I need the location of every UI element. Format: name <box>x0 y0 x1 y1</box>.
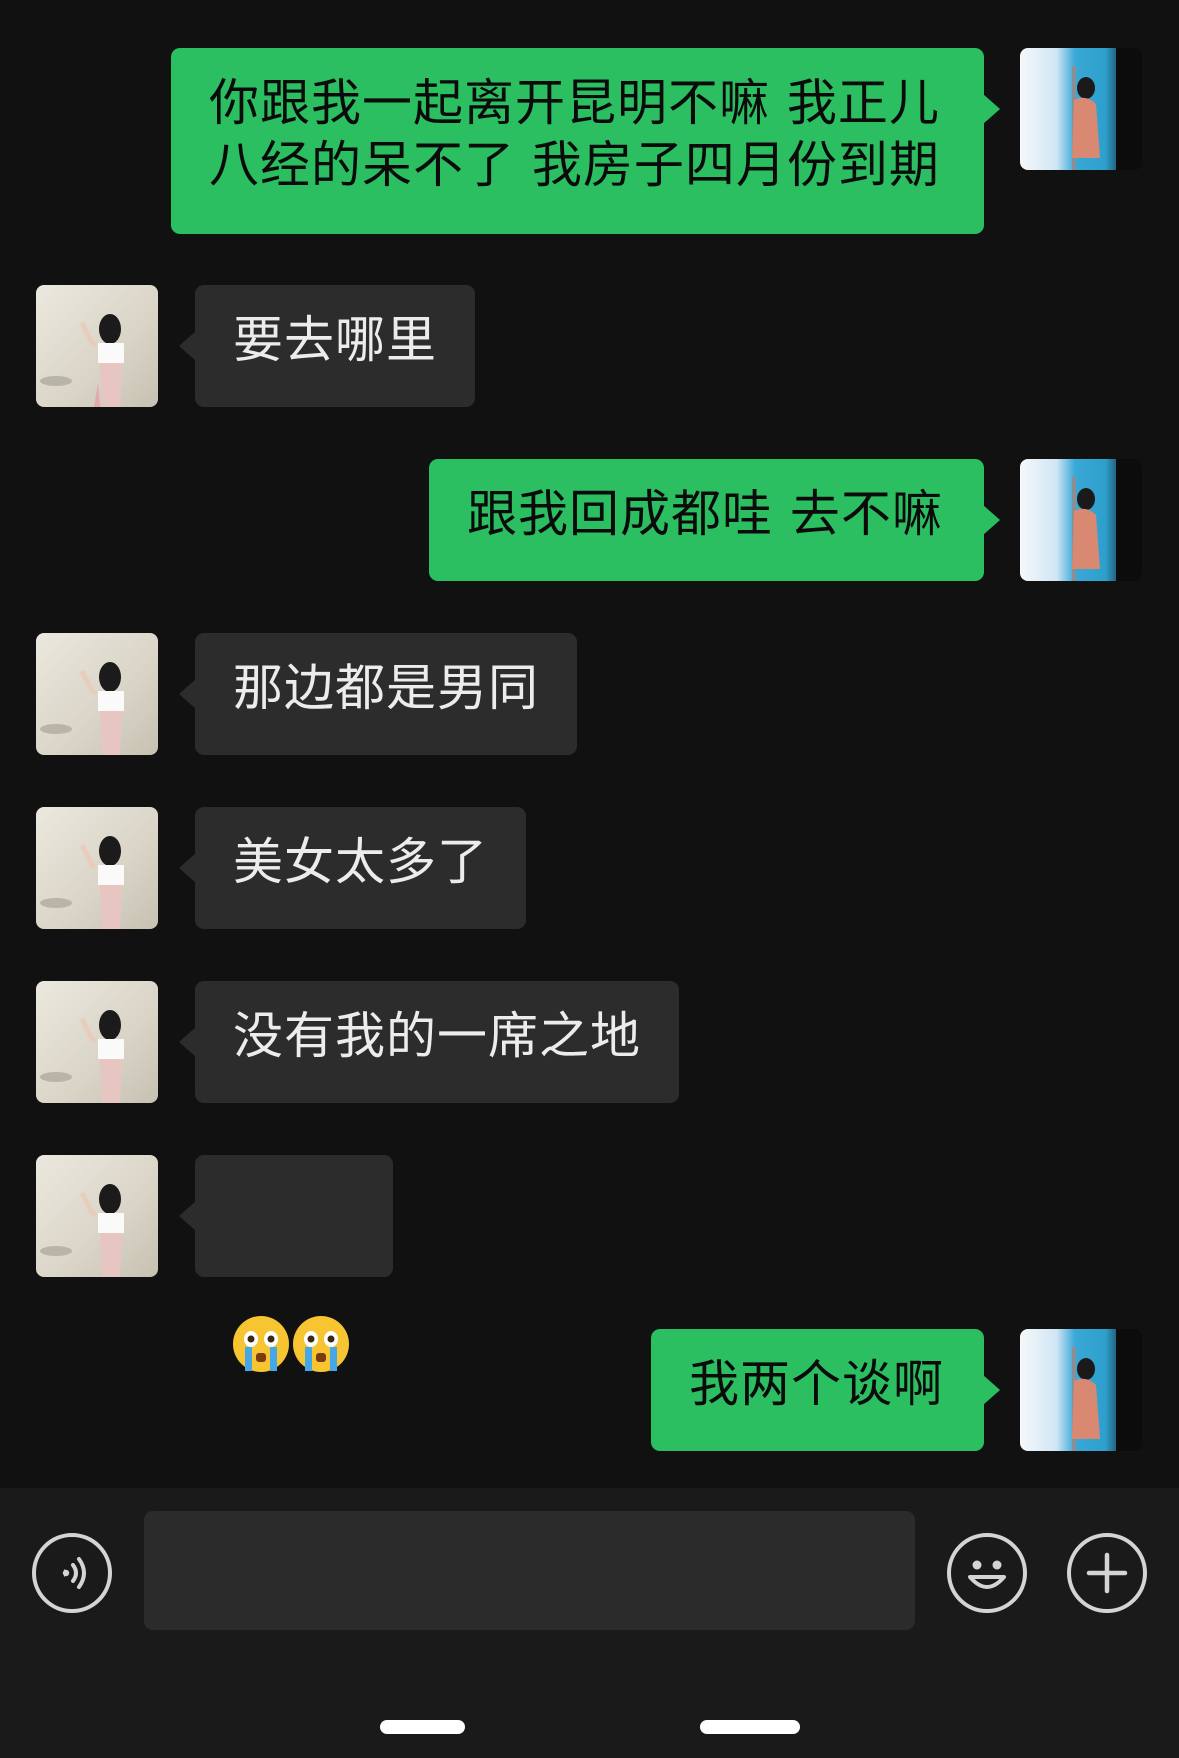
home-indicator-right <box>700 1720 800 1734</box>
self-avatar[interactable] <box>1020 1329 1142 1451</box>
loudly-crying-face-icon <box>293 1315 349 1372</box>
message-bubble-outgoing[interactable]: 我两个谈啊 <box>651 1329 1000 1451</box>
plus-circle-icon[interactable] <box>1067 1533 1147 1613</box>
message-bubble-outgoing[interactable]: 你跟我一起离开昆明不嘛 我正儿 八经的呆不了 我房子四月份到期 <box>171 48 1000 234</box>
message-bubble-incoming[interactable]: 没有我的一席之地 <box>179 981 679 1103</box>
contact-avatar[interactable] <box>36 285 158 407</box>
message-bubble-incoming[interactable]: 美女太多了 <box>179 807 526 929</box>
message-bubble-incoming[interactable]: 要去哪里 <box>179 285 475 407</box>
smiley-face-icon[interactable] <box>947 1533 1027 1613</box>
voice-input-icon[interactable] <box>32 1533 112 1613</box>
contact-avatar[interactable] <box>36 633 158 755</box>
message-input[interactable] <box>144 1511 915 1630</box>
message-bubble-outgoing[interactable]: 跟我回成都哇 去不嘛 <box>429 459 1000 581</box>
loudly-crying-face-icon <box>233 1315 289 1372</box>
chat-message-list[interactable]: 你跟我一起离开昆明不嘛 我正儿 八经的呆不了 我房子四月份到期 要去哪里 跟我回… <box>0 0 1179 1488</box>
message-bubble-incoming[interactable]: 那边都是男同 <box>179 633 577 755</box>
contact-avatar[interactable] <box>36 981 158 1103</box>
self-avatar[interactable] <box>1020 48 1142 170</box>
message-bubble-incoming[interactable] <box>179 1155 393 1372</box>
contact-avatar[interactable] <box>36 1155 158 1277</box>
self-avatar[interactable] <box>1020 459 1142 581</box>
contact-avatar[interactable] <box>36 807 158 929</box>
input-bar <box>0 1488 1179 1758</box>
home-indicator-left <box>380 1720 465 1734</box>
